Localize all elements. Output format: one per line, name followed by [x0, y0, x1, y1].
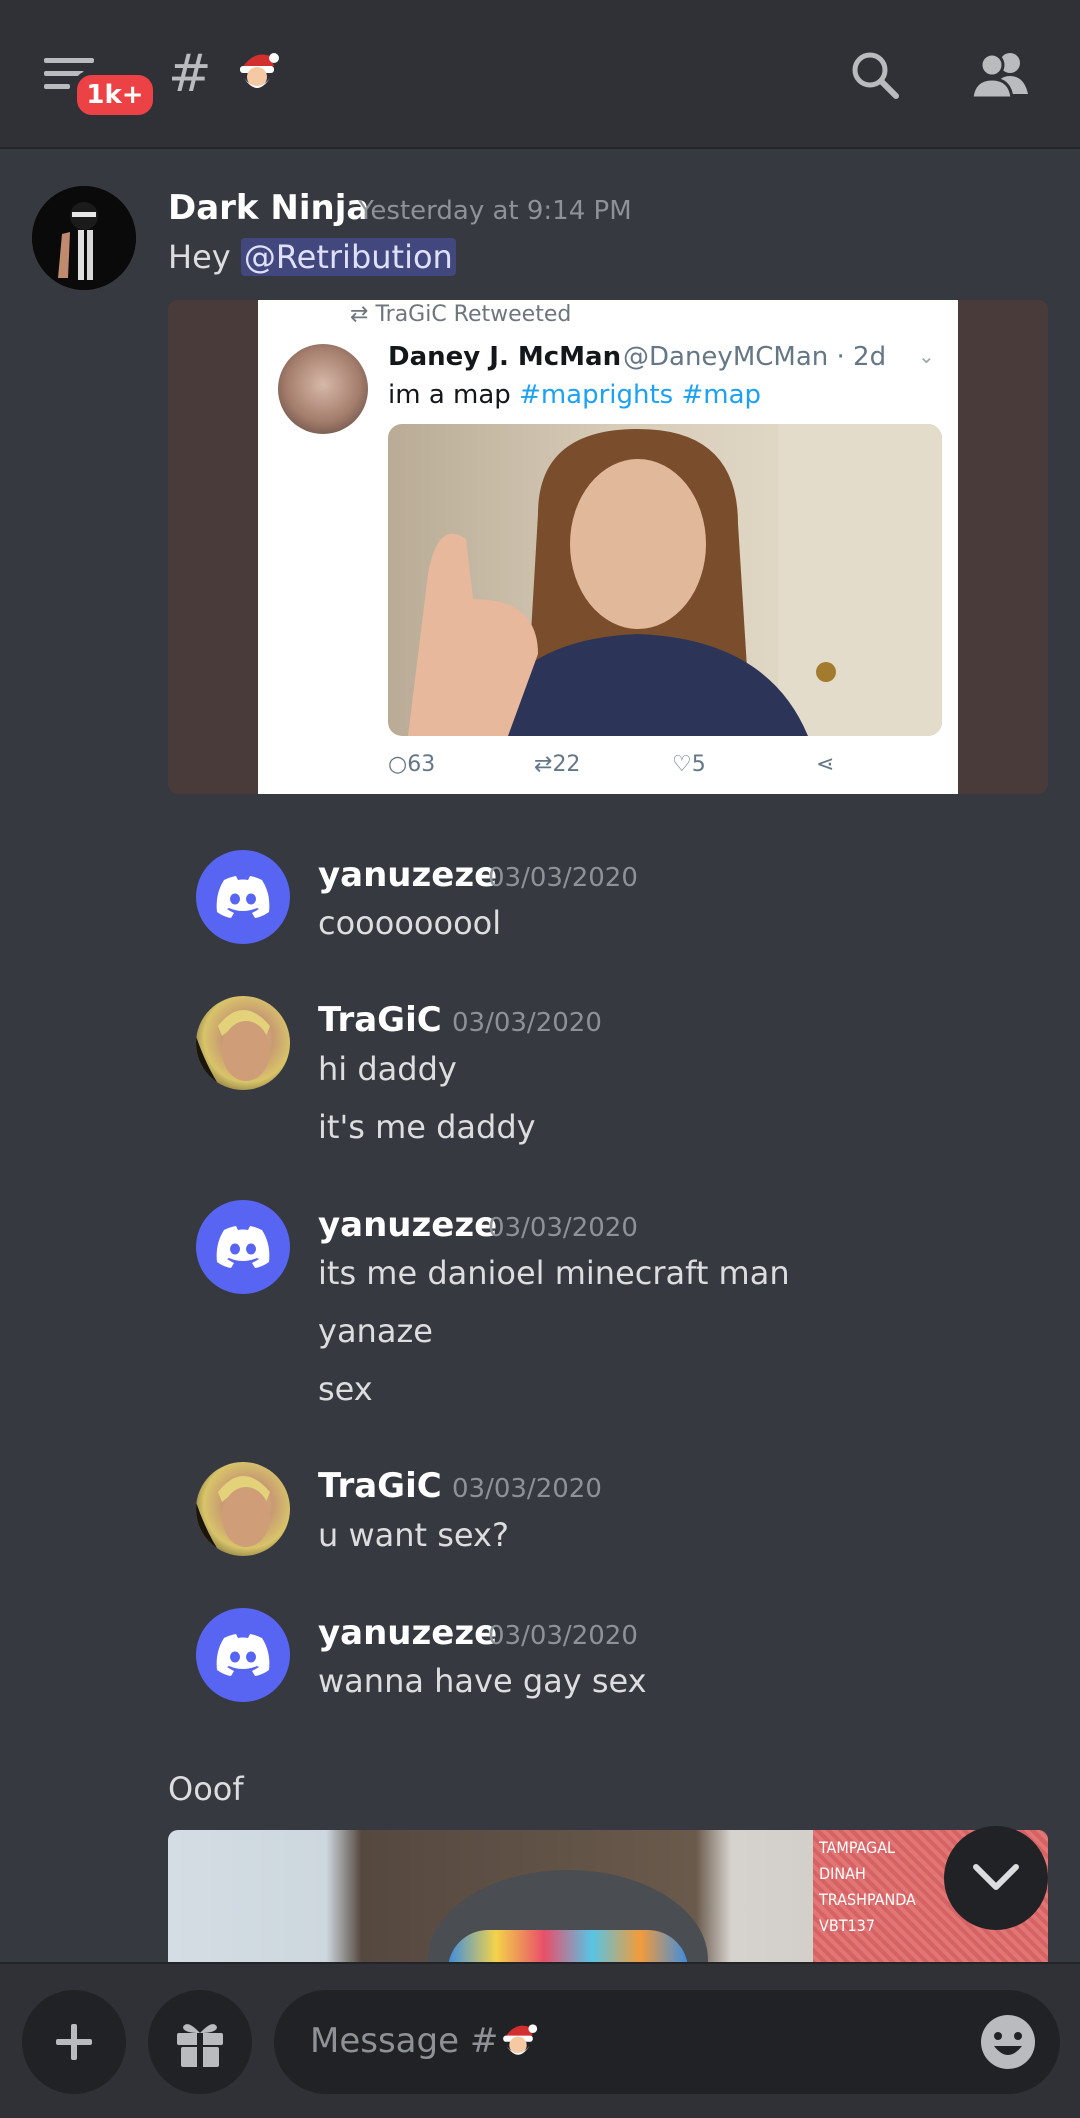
retweet-stat: ⇄ 22	[534, 752, 581, 777]
message-timestamp: 03/03/2020	[452, 1008, 602, 1038]
message-text: sex	[318, 1370, 373, 1408]
message-author[interactable]: TraGiC	[318, 1000, 442, 1040]
tweet-photo	[388, 424, 942, 736]
message-timestamp: 03/03/2020	[488, 863, 638, 893]
stream-chat-line: VBT137	[819, 1916, 875, 1935]
message-author[interactable]: Dark Ninja	[168, 188, 369, 228]
gift-icon	[177, 2024, 223, 2067]
message-composer: Message #	[0, 1962, 1080, 2118]
share-icon: ⋖	[816, 752, 835, 777]
search-icon[interactable]	[848, 48, 902, 102]
notification-badge: 1k+	[72, 70, 158, 120]
plus-icon	[56, 2024, 92, 2060]
stream-chat-line: TRASHPANDA	[819, 1890, 916, 1909]
tweet-stats: ○ 63 ⇄ 22 ♡ 5 ⋖	[388, 752, 948, 782]
image-attachment[interactable]: TAMPAGAL DINAH TRASHPANDA VBT137	[168, 1830, 1048, 1962]
message-author[interactable]: TraGiC	[318, 1466, 442, 1506]
avatar[interactable]	[196, 850, 290, 944]
like-stat: ♡ 5	[672, 752, 706, 777]
add-attachment-button[interactable]	[22, 1990, 126, 2094]
avatar[interactable]	[196, 1608, 290, 1702]
discord-logo-icon	[216, 1226, 270, 1268]
avatar[interactable]	[196, 996, 290, 1090]
tragic-avatar-art	[196, 1010, 270, 1090]
tweet-author-name: Daney J. McMan	[388, 342, 622, 372]
user-mention[interactable]: @Retribution	[240, 238, 456, 276]
emoji-picker-icon[interactable]	[978, 2012, 1038, 2072]
chevron-down-icon	[973, 1864, 1019, 1890]
message-text-prefix: Hey	[168, 238, 241, 276]
message-text: u want sex?	[318, 1516, 509, 1554]
discord-logo-icon	[216, 1634, 270, 1676]
message-list[interactable]: Dark Ninja Yesterday at 9:14 PM Hey @Ret…	[0, 150, 1080, 1962]
person-photo	[408, 424, 942, 736]
message-author[interactable]: yanuzeze	[318, 855, 497, 895]
image-attachment[interactable]: ⇄ TraGiC Retweeted Daney J. McMan @Daney…	[168, 300, 1048, 794]
headband-image-part	[448, 1930, 688, 1962]
message-text: it's me daddy	[318, 1108, 536, 1146]
message-text: yanaze	[318, 1312, 433, 1350]
chevron-down-icon: ⌄	[918, 344, 935, 368]
jump-to-present-button[interactable]	[944, 1826, 1048, 1930]
stream-chat-line: TAMPAGAL	[819, 1838, 896, 1857]
discord-logo-icon	[216, 876, 270, 918]
tweet-handle: @DaneyMCMan · 2d	[623, 342, 887, 372]
tweet-screenshot: ⇄ TraGiC Retweeted Daney J. McMan @Daney…	[258, 300, 958, 794]
message-input-placeholder: Message #	[310, 2020, 538, 2061]
tweet-text: im a map #maprights #map	[388, 380, 762, 410]
message-timestamp: 03/03/2020	[488, 1213, 638, 1243]
ninja-avatar-art	[32, 186, 136, 290]
message-timestamp: 03/03/2020	[452, 1474, 602, 1504]
message-text: wanna have gay sex	[318, 1662, 647, 1700]
message-author[interactable]: yanuzeze	[318, 1613, 497, 1653]
tragic-avatar-art	[196, 1476, 270, 1556]
gift-button[interactable]	[148, 1990, 252, 2094]
avatar[interactable]	[196, 1200, 290, 1294]
message-text: hi daddy	[318, 1050, 457, 1088]
santa-emoji	[240, 53, 279, 88]
stream-chat-line: DINAH	[819, 1864, 866, 1883]
reply-stat: ○ 63	[388, 752, 436, 777]
message-input[interactable]: Message #	[274, 1990, 1060, 2094]
message-text: cooooooool	[318, 904, 502, 942]
santa-emoji	[503, 2024, 538, 2055]
message-text: Ooof	[168, 1770, 244, 1808]
message-timestamp: 03/03/2020	[488, 1621, 638, 1651]
avatar[interactable]	[196, 1462, 290, 1556]
channel-hash-icon: #	[168, 44, 212, 104]
channel-header: 1k+ #	[0, 0, 1080, 149]
members-icon[interactable]	[970, 48, 1032, 102]
message-author[interactable]: yanuzeze	[318, 1205, 497, 1245]
message-text: its me danioel minecraft man	[318, 1254, 790, 1292]
menu-button[interactable]: 1k+	[44, 50, 158, 120]
tweet-avatar	[278, 344, 368, 434]
message-text: Hey @Retribution	[168, 238, 456, 276]
avatar[interactable]	[32, 186, 136, 290]
retweet-label: ⇄ TraGiC Retweeted	[350, 302, 572, 327]
message-timestamp: Yesterday at 9:14 PM	[358, 196, 632, 226]
